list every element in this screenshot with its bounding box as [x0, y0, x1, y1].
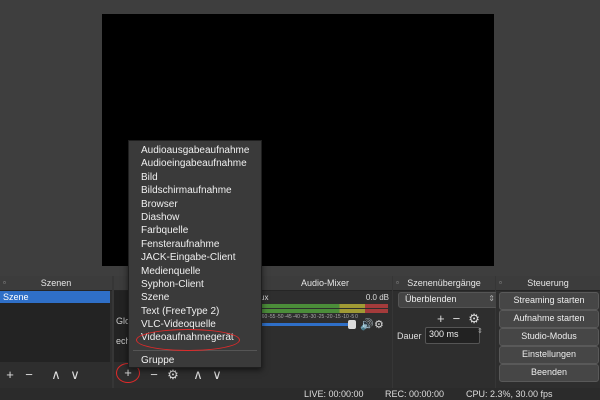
controls-header: ▫ Steuerung	[496, 276, 600, 291]
transitions-dock: ▫ Szenenübergänge Überblenden ⇕ + − ⚙ Da…	[393, 276, 498, 388]
transition-tools: + − ⚙	[437, 311, 480, 327]
meter-tick: -30	[308, 314, 317, 320]
scenes-title: Szenen	[40, 278, 72, 288]
highlight-annotation	[136, 329, 240, 351]
menu-item-audio-input-capture[interactable]: Audioeingabeaufnahme	[129, 157, 261, 170]
preview-area	[0, 0, 600, 276]
transitions-title: Szenenübergänge	[407, 278, 481, 288]
meter-tick: -20	[325, 314, 333, 320]
scene-list[interactable]: Szene	[0, 291, 110, 362]
volume-meter	[260, 304, 388, 308]
move-down-icon[interactable]: ∨	[209, 366, 225, 384]
meter-tick: -55	[268, 314, 276, 320]
move-up-icon[interactable]: ∧	[190, 366, 206, 384]
transitions-header: ▫ Szenenübergänge	[393, 276, 495, 291]
gear-icon[interactable]: ⚙	[374, 318, 384, 331]
menu-item-display-capture[interactable]: Bildschirmaufnahme	[129, 184, 261, 197]
sources-toolbar: − ⚙ ∧ ∨	[144, 366, 225, 384]
dock-float-icon[interactable]: ▫	[3, 276, 6, 290]
menu-item-text-freetype[interactable]: Text (FreeType 2)	[129, 305, 261, 318]
dock-float-icon[interactable]: ▫	[396, 276, 399, 290]
mixer-header: Audio-Mixer	[258, 276, 392, 291]
meter-tick: -45	[284, 314, 292, 320]
start-recording-button[interactable]: Aufnahme starten	[499, 310, 599, 328]
studio-mode-button[interactable]: Studio-Modus	[499, 328, 599, 346]
meter-tick: -50	[276, 314, 284, 320]
menu-item-scene[interactable]: Szene	[129, 291, 261, 304]
controls-title: Steuerung	[527, 278, 569, 288]
menu-item-color-source[interactable]: Farbquelle	[129, 224, 261, 237]
scenes-header: ▫ Szenen	[0, 276, 112, 291]
spinner-icon[interactable]: ⇕	[477, 327, 483, 335]
live-timer: LIVE: 00:00:00	[304, 389, 364, 399]
cpu-usage: CPU: 2.3%, 30.00 fps	[466, 389, 553, 399]
meter-ticks: -60 -55 -50 -45 -40 -35 -30 -25 -20 -15 …	[260, 314, 358, 320]
menu-item-browser[interactable]: Browser	[129, 198, 261, 211]
add-transition-button[interactable]: +	[437, 311, 445, 327]
exit-button[interactable]: Beenden	[499, 364, 599, 382]
meter-tick: -35	[300, 314, 309, 320]
move-down-icon[interactable]: ∨	[67, 366, 83, 384]
transition-select[interactable]: Überblenden ⇕	[398, 292, 498, 308]
remove-transition-button[interactable]: −	[453, 311, 461, 327]
menu-item-media-source[interactable]: Medienquelle	[129, 265, 261, 278]
scene-item[interactable]: Szene	[0, 291, 110, 303]
status-bar: LIVE: 00:00:00 REC: 00:00:00 CPU: 2.3%, …	[0, 388, 600, 400]
mixer-level: 0.0 dB	[365, 293, 389, 302]
remove-scene-button[interactable]: −	[21, 366, 37, 384]
menu-item-slideshow[interactable]: Diashow	[129, 211, 261, 224]
add-scene-button[interactable]: +	[2, 366, 18, 384]
move-up-icon[interactable]: ∧	[48, 366, 64, 384]
menu-item-image[interactable]: Bild	[129, 171, 261, 184]
gear-icon[interactable]: ⚙	[468, 311, 480, 327]
controls-dock: ▫ Steuerung Streaming starten Aufnahme s…	[496, 276, 600, 388]
speaker-icon[interactable]: 🔊	[360, 318, 374, 331]
remove-source-button[interactable]: −	[146, 366, 162, 384]
dock-float-icon[interactable]: ▫	[499, 276, 502, 290]
volume-fader-handle[interactable]	[348, 320, 356, 329]
meter-tick: -15	[333, 314, 341, 320]
rec-timer: REC: 00:00:00	[385, 389, 445, 399]
chevron-updown-icon: ⇕	[488, 294, 495, 303]
menu-item-audio-output-capture[interactable]: Audioausgabeaufnahme	[129, 144, 261, 157]
menu-item-group[interactable]: Gruppe	[129, 354, 261, 367]
gear-icon[interactable]: ⚙	[165, 366, 181, 384]
scenes-dock: ▫ Szenen Szene + − ∧ ∨	[0, 276, 112, 388]
transition-selected: Überblenden	[405, 294, 457, 304]
volume-meter	[260, 309, 388, 313]
meter-tick: -10	[341, 314, 349, 320]
menu-item-jack-input-client[interactable]: JACK-Eingabe-Client	[129, 251, 261, 264]
scenes-toolbar: + − ∧ ∨	[0, 366, 83, 384]
menu-item-syphon-client[interactable]: Syphon-Client	[129, 278, 261, 291]
meter-tick: -40	[292, 314, 300, 320]
duration-field[interactable]: 300 ms	[425, 327, 480, 344]
meter-tick: 0	[355, 314, 358, 320]
duration-label: Dauer	[397, 331, 422, 341]
audio-mixer-dock: Audio-Mixer ux 0.0 dB -60 -55 -50 -45 -4…	[258, 276, 392, 388]
menu-item-window-capture[interactable]: Fensteraufnahme	[129, 238, 261, 251]
volume-fader-track[interactable]	[260, 323, 352, 326]
start-streaming-button[interactable]: Streaming starten	[499, 292, 599, 310]
settings-button[interactable]: Einstellungen	[499, 346, 599, 364]
meter-tick: -25	[317, 314, 325, 320]
